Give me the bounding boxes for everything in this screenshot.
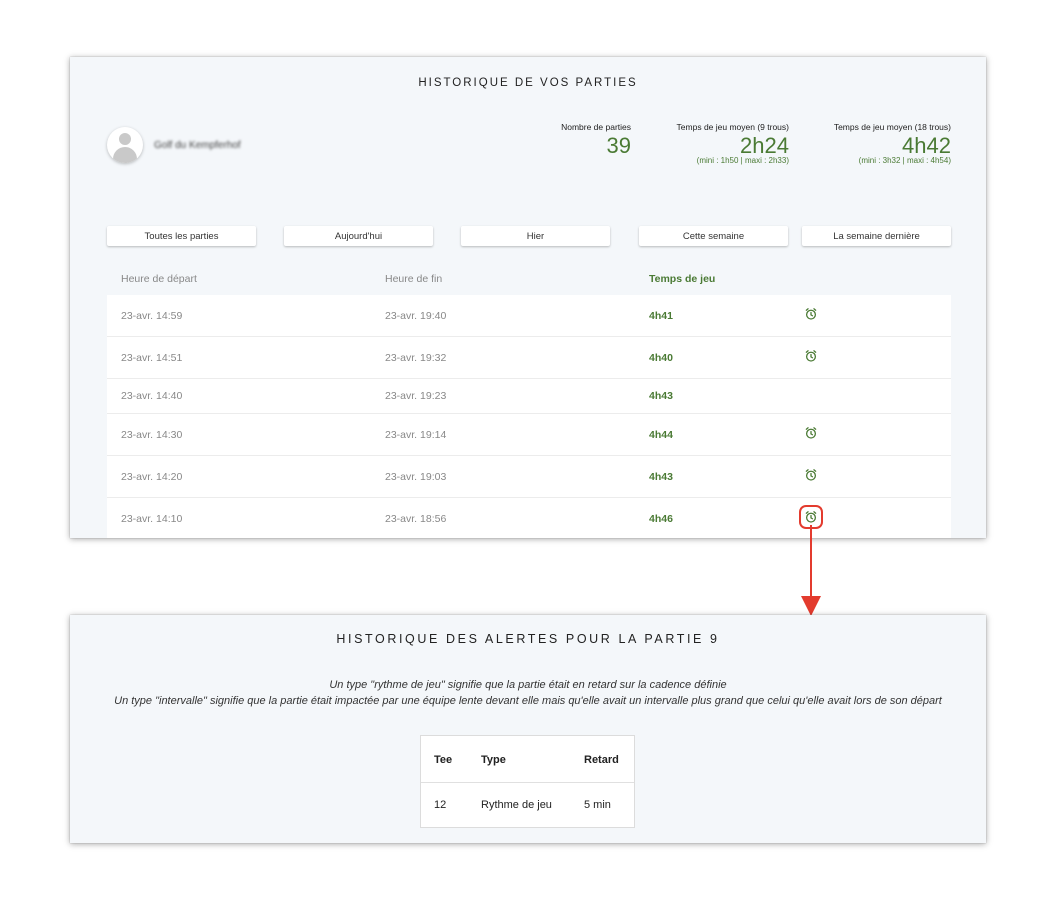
panel-title: HISTORIQUE DE VOS PARTIES bbox=[418, 77, 638, 89]
alarm-clock-icon[interactable] bbox=[804, 468, 818, 482]
cell-end: 23-avr. 19:03 bbox=[385, 471, 447, 483]
table-row[interactable]: 23-avr. 14:40 23-avr. 19:23 4h43 bbox=[107, 379, 951, 414]
cell-duration: 4h40 bbox=[649, 352, 673, 364]
filter-all-games-button[interactable]: Toutes les parties bbox=[107, 226, 256, 246]
stat-value: 4h42 bbox=[902, 133, 951, 158]
cell-start: 23-avr. 14:20 bbox=[121, 471, 183, 483]
table-row[interactable]: 23-avr. 14:10 23-avr. 18:56 4h46 bbox=[107, 498, 951, 538]
cell-duration: 4h43 bbox=[649, 390, 673, 402]
cell-duration: 4h46 bbox=[649, 513, 673, 525]
connector-arrow-line bbox=[810, 525, 812, 600]
column-header-duration[interactable]: Temps de jeu bbox=[649, 273, 715, 285]
stat-value: 39 bbox=[606, 133, 631, 158]
stat-avg-18-holes: Temps de jeu moyen (18 trous) 4h42 (mini… bbox=[834, 122, 951, 165]
user-name: Golf du Kempferhof bbox=[154, 140, 241, 151]
alerts-table-divider bbox=[421, 782, 634, 783]
alarm-clock-icon[interactable] bbox=[804, 349, 818, 363]
stat-label: Temps de jeu moyen (18 trous) bbox=[833, 122, 951, 132]
cell-start: 23-avr. 14:51 bbox=[121, 352, 183, 364]
games-history-panel: HISTORIQUE DE VOS PARTIES Golf du Kempfe… bbox=[70, 57, 986, 538]
games-table: 23-avr. 14:59 23-avr. 19:40 4h41 23-avr. 14… bbox=[107, 295, 951, 538]
table-row[interactable]: 23-avr. 14:30 23-avr. 19:14 4h44 bbox=[107, 414, 951, 456]
alerts-header-delay: Retard bbox=[584, 754, 619, 766]
stat-label: Temps de jeu moyen (9 trous) bbox=[676, 122, 789, 132]
filter-today-button[interactable]: Aujourd'hui bbox=[284, 226, 433, 246]
stat-avg-9-holes: Temps de jeu moyen (9 trous) 2h24 (mini … bbox=[677, 122, 789, 165]
alerts-table: Tee Type Retard 12 Rythme de jeu 5 min bbox=[420, 735, 635, 828]
alerts-history-panel: HISTORIQUE DES ALERTES POUR LA PARTIE 9 … bbox=[70, 615, 986, 843]
cell-duration: 4h41 bbox=[649, 310, 673, 322]
alarm-clock-icon[interactable] bbox=[804, 307, 818, 321]
cell-end: 23-avr. 18:56 bbox=[385, 513, 447, 525]
alerts-cell-delay: 5 min bbox=[584, 799, 611, 811]
alerts-cell-tee: 12 bbox=[434, 799, 447, 811]
table-row[interactable]: 23-avr. 14:20 23-avr. 19:03 4h43 bbox=[107, 456, 951, 498]
cell-start: 23-avr. 14:59 bbox=[121, 310, 183, 322]
table-row[interactable]: 23-avr. 14:51 23-avr. 19:32 4h40 bbox=[107, 337, 951, 379]
alarm-clock-icon[interactable] bbox=[804, 426, 818, 440]
cell-start: 23-avr. 14:10 bbox=[121, 513, 183, 525]
avatar-head bbox=[119, 133, 131, 145]
cell-duration: 4h43 bbox=[649, 471, 673, 483]
connector-arrow-head bbox=[801, 596, 821, 616]
alerts-cell-type: Rythme de jeu bbox=[481, 799, 552, 811]
stat-value: 2h24 bbox=[740, 133, 789, 158]
table-row[interactable]: 23-avr. 14:59 23-avr. 19:40 4h41 bbox=[107, 295, 951, 337]
alarm-clock-icon[interactable] bbox=[799, 505, 823, 529]
filter-yesterday-button[interactable]: Hier bbox=[461, 226, 610, 246]
cell-start: 23-avr. 14:30 bbox=[121, 429, 183, 441]
stat-range: (mini : 3h32 | maxi : 4h54) bbox=[858, 156, 951, 165]
avatar bbox=[107, 127, 143, 163]
alerts-header-tee: Tee bbox=[434, 754, 453, 766]
panel-title: HISTORIQUE DES ALERTES POUR LA PARTIE 9 bbox=[336, 632, 720, 646]
stat-label: Nombre de parties bbox=[561, 122, 631, 132]
alerts-header-type: Type bbox=[481, 754, 506, 766]
cell-end: 23-avr. 19:40 bbox=[385, 310, 447, 322]
description-line-2: Un type "intervalle" signifie que la par… bbox=[114, 695, 942, 707]
column-header-start[interactable]: Heure de départ bbox=[121, 273, 197, 285]
filter-last-week-button[interactable]: La semaine dernière bbox=[802, 226, 951, 246]
stat-games-count: Nombre de parties 39 bbox=[561, 122, 631, 158]
cell-end: 23-avr. 19:14 bbox=[385, 429, 447, 441]
avatar-body bbox=[113, 147, 137, 163]
cell-end: 23-avr. 19:23 bbox=[385, 390, 447, 402]
cell-start: 23-avr. 14:40 bbox=[121, 390, 183, 402]
stat-range: (mini : 1h50 | maxi : 2h33) bbox=[696, 156, 789, 165]
cell-end: 23-avr. 19:32 bbox=[385, 352, 447, 364]
filter-this-week-button[interactable]: Cette semaine bbox=[639, 226, 788, 246]
column-header-end[interactable]: Heure de fin bbox=[385, 273, 442, 285]
description-line-1: Un type "rythme de jeu" signifie que la … bbox=[329, 679, 727, 691]
cell-duration: 4h44 bbox=[649, 429, 673, 441]
